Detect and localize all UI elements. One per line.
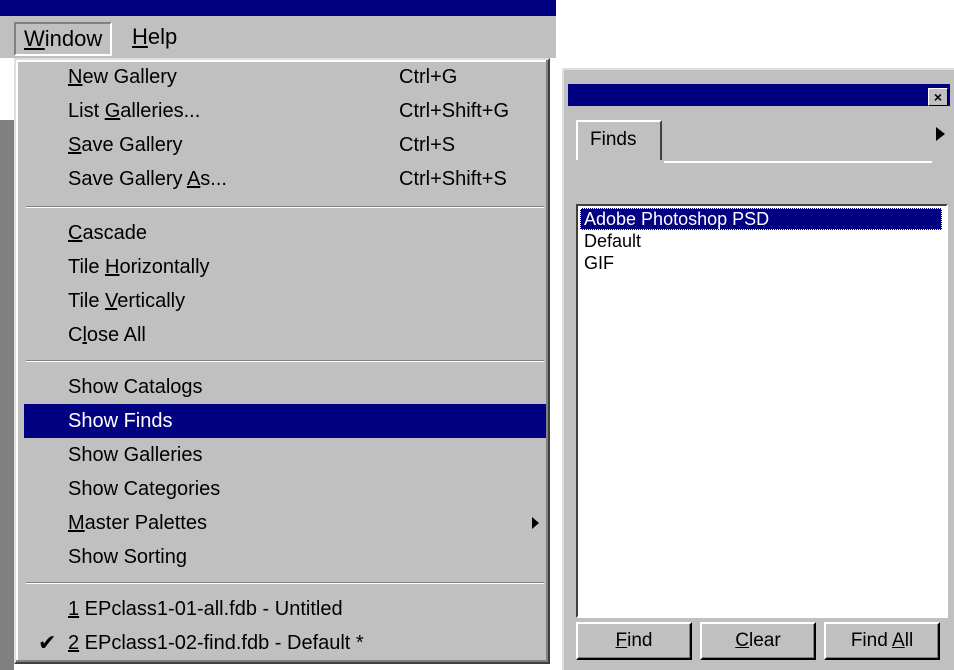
menu-item-recent-file-2[interactable]: ✔ 2 EPclass1-02-find.fdb - Default * — [24, 626, 546, 660]
menu-item-recent-file-1[interactable]: 1 EPclass1-01-all.fdb - Untitled — [24, 592, 546, 626]
menu-item-show-catalogs[interactable]: Show Catalogs — [24, 370, 546, 404]
checkmark-icon: ✔ — [38, 630, 57, 655]
tab-strip-divider — [664, 161, 932, 163]
menu-item-tile-horizontally[interactable]: Tile Horizontally — [24, 250, 546, 284]
menu-separator — [26, 206, 544, 208]
menu-item-tile-vertically[interactable]: Tile Vertically — [24, 284, 546, 318]
tab-finds[interactable]: Finds — [576, 120, 662, 160]
shortcut-list-galleries: Ctrl+Shift+G — [399, 100, 510, 122]
close-icon[interactable]: × — [928, 88, 948, 106]
find-all-button[interactable]: Find All — [824, 622, 940, 660]
list-item[interactable]: GIF — [580, 252, 942, 274]
menu-bar: Window Help — [0, 16, 556, 58]
menu-item-save-gallery[interactable]: Save Gallery Ctrl+S — [24, 128, 546, 162]
find-button[interactable]: Find — [576, 622, 692, 660]
submenu-arrow-icon — [532, 517, 539, 529]
clear-button[interactable]: Clear — [700, 622, 816, 660]
menu-item-save-gallery-as[interactable]: Save Gallery As... Ctrl+Shift+S — [24, 162, 546, 196]
menu-separator — [26, 582, 544, 584]
menu-help[interactable]: Help — [124, 22, 185, 52]
shortcut-save-gallery-as: Ctrl+Shift+S — [399, 168, 507, 190]
tab-scroll-right-button[interactable] — [930, 122, 950, 146]
menu-item-list-galleries[interactable]: List Galleries... Ctrl+Shift+G — [24, 94, 546, 128]
background-area — [0, 58, 14, 122]
menu-item-show-galleries[interactable]: Show Galleries — [24, 438, 546, 472]
menu-item-close-all[interactable]: Close All — [24, 318, 546, 352]
menu-item-show-categories[interactable]: Show Categories — [24, 472, 546, 506]
window-title-bar — [0, 0, 556, 16]
menu-item-new-gallery[interactable]: New Gallery Ctrl+G — [24, 60, 546, 94]
menu-window[interactable]: Window — [14, 22, 113, 56]
finds-list: Adobe Photoshop PSD Default GIF — [576, 204, 948, 618]
window-menu-dropdown: New Gallery Ctrl+G List Galleries... Ctr… — [14, 58, 550, 664]
palette-title-bar[interactable] — [568, 84, 950, 106]
background-workspace — [0, 122, 14, 670]
shortcut-save-gallery: Ctrl+S — [399, 134, 456, 156]
menu-item-show-sorting[interactable]: Show Sorting — [24, 540, 546, 574]
chevron-right-icon — [936, 127, 945, 141]
menu-item-show-finds[interactable]: Show Finds — [24, 404, 546, 438]
list-item[interactable]: Default — [580, 230, 942, 252]
finds-palette: × Finds Adobe Photoshop PSD Default GIF … — [562, 68, 954, 670]
shortcut-new-gallery: Ctrl+G — [399, 66, 458, 88]
menu-separator — [26, 360, 544, 362]
menu-item-cascade[interactable]: Cascade — [24, 216, 546, 250]
list-item[interactable]: Adobe Photoshop PSD — [580, 208, 942, 230]
menu-item-master-palettes[interactable]: Master Palettes — [24, 506, 546, 540]
